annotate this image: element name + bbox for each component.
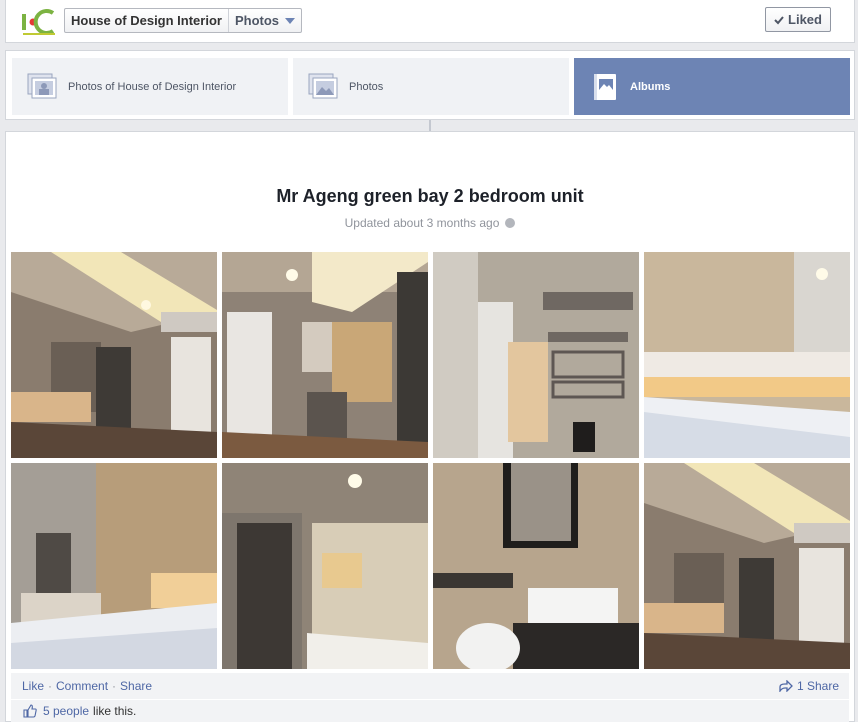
likes-row: 5 people like this. [11, 700, 849, 722]
album-photo[interactable] [433, 252, 639, 458]
album-photo[interactable] [222, 252, 428, 458]
share-link[interactable]: Share [120, 679, 152, 693]
share-arrow-icon [779, 680, 793, 692]
album-updated-text: Updated about 3 months ago [344, 216, 500, 230]
liked-label: Liked [788, 12, 822, 27]
likes-suffix: like this. [93, 704, 137, 718]
liked-button[interactable]: Liked [765, 7, 831, 32]
tab-label: Photos of House of Design Interior [68, 80, 237, 93]
separator-dot: · [112, 679, 117, 693]
tab-label: Albums [630, 80, 671, 93]
like-link[interactable]: Like [22, 679, 44, 693]
album-photo[interactable] [433, 463, 639, 669]
globe-icon[interactable] [505, 218, 516, 228]
photo-stack-person-icon [26, 72, 58, 102]
album-photo[interactable] [644, 463, 850, 669]
section-dropdown[interactable]: Photos [229, 9, 301, 32]
tab-photos-of-page[interactable]: Photos of House of Design Interior [12, 58, 288, 115]
tab-albums[interactable]: Albums [574, 58, 850, 115]
tab-photos[interactable]: Photos [293, 58, 569, 115]
page-logo[interactable] [19, 6, 59, 38]
separator-dot: · [48, 679, 53, 693]
album-title: Mr Ageng green bay 2 bedroom unit [276, 186, 584, 206]
likers-link[interactable]: 5 people [43, 704, 89, 718]
album-actions-bar: Like · Comment · Share 1 Share [11, 673, 849, 699]
chevron-down-icon [285, 17, 296, 24]
share-count-label: 1 Share [796, 679, 839, 693]
section-label: Photos [234, 13, 280, 28]
album-updated: Updated about 3 months ago [6, 216, 854, 230]
share-count[interactable]: 1 Share [779, 679, 839, 693]
album-photo[interactable] [11, 463, 217, 669]
album-icon [588, 72, 620, 102]
checkmark-icon [774, 15, 784, 24]
album-photo[interactable] [644, 252, 850, 458]
comment-link[interactable]: Comment [56, 679, 108, 693]
album-photo[interactable] [11, 252, 217, 458]
page-name[interactable]: House of Design Interior [65, 9, 229, 32]
album-photo[interactable] [222, 463, 428, 669]
photo-stack-icon [307, 72, 339, 102]
page-header: House of Design Interior Photos Liked [5, 0, 855, 43]
photo-tabs: Photos of House of Design Interior Photo… [5, 50, 855, 120]
tab-label: Photos [349, 80, 384, 93]
page-switcher[interactable]: House of Design Interior Photos [64, 8, 303, 33]
album-panel: Mr Ageng green bay 2 bedroom unit Update… [5, 131, 855, 722]
thumbs-up-icon [23, 704, 37, 718]
